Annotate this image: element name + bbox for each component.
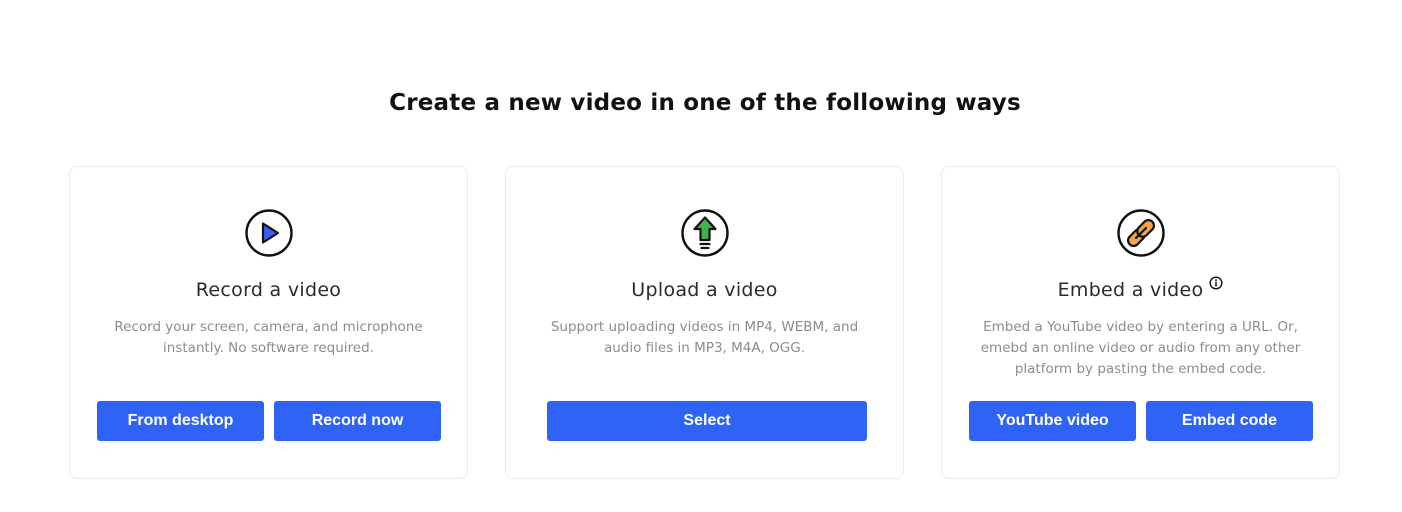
- upload-arrow-icon: [680, 208, 730, 258]
- page-title: Create a new video in one of the followi…: [389, 90, 1021, 116]
- record-video-card: Record a video Record your screen, camer…: [69, 166, 468, 479]
- embed-video-card: Embed a video Embed a YouTube video by e…: [941, 166, 1340, 479]
- youtube-video-button[interactable]: YouTube video: [969, 401, 1136, 441]
- record-video-description: Record your screen, camera, and micropho…: [114, 319, 423, 356]
- from-desktop-button[interactable]: From desktop: [97, 401, 264, 441]
- record-now-button[interactable]: Record now: [274, 401, 441, 441]
- upload-video-description: Support uploading videos in MP4, WEBM, a…: [550, 319, 859, 356]
- create-video-page: Create a new video in one of the followi…: [0, 0, 1402, 512]
- embed-video-description: Embed a YouTube video by entering a URL.…: [980, 319, 1301, 377]
- upload-video-title: Upload a video: [631, 279, 778, 301]
- info-icon[interactable]: [1209, 275, 1223, 290]
- select-file-button[interactable]: Select: [547, 401, 867, 441]
- play-icon: [244, 208, 294, 258]
- upload-video-card: Upload a video Support uploading videos …: [505, 166, 904, 479]
- record-video-title: Record a video: [195, 279, 342, 301]
- embed-code-button[interactable]: Embed code: [1146, 401, 1313, 441]
- embed-video-title: Embed a video: [942, 275, 1339, 301]
- link-icon: [1116, 208, 1166, 258]
